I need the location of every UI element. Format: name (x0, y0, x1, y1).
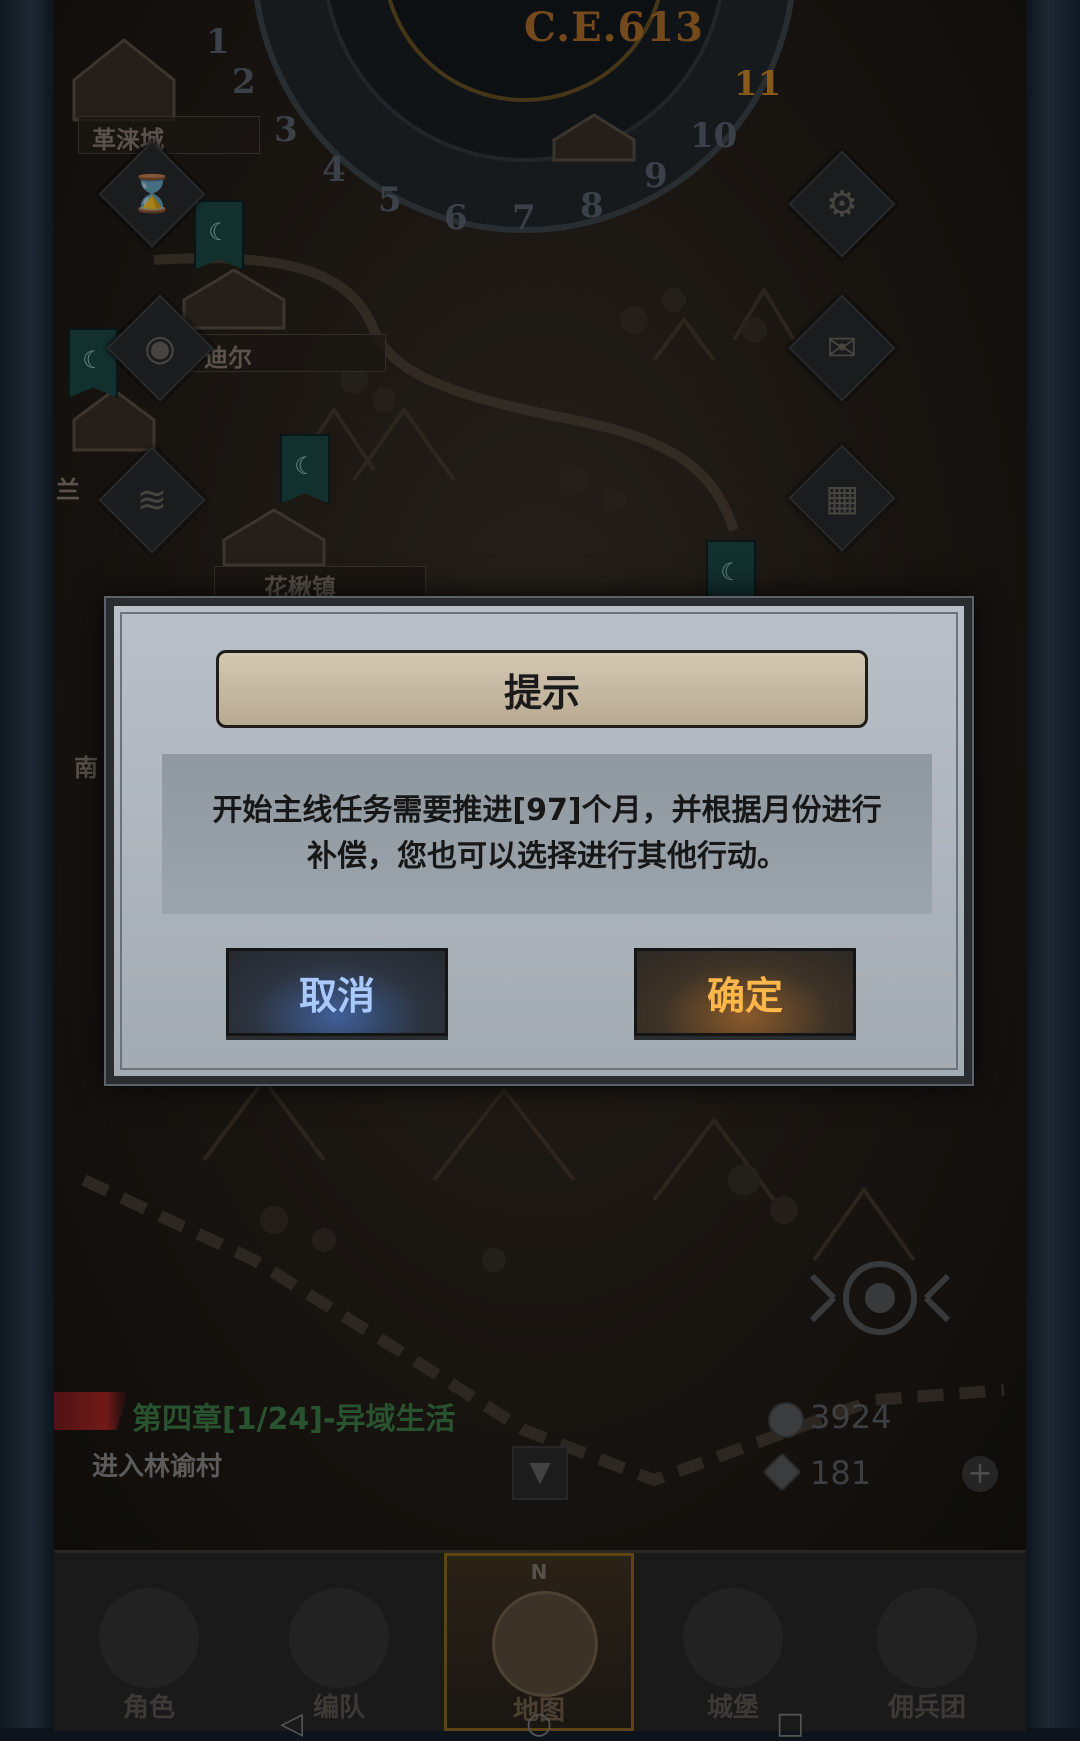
system-home-icon[interactable]: ○ (526, 1706, 552, 1741)
knight-icon (289, 1588, 389, 1688)
compass-icon (492, 1591, 598, 1697)
dialog-title: 提示 (216, 650, 868, 728)
bottom-navigation: 角色 编队 N 地图 城堡 佣兵团 (54, 1550, 1026, 1731)
confirm-button[interactable]: 确定 (634, 948, 856, 1036)
character-icon (99, 1588, 199, 1688)
cancel-button[interactable]: 取消 (226, 948, 448, 1036)
dialog-body: 开始主线任务需要推进[97]个月，并根据月份进行补偿，您也可以选择进行其他行动。 (162, 754, 932, 914)
dialog-message: 开始主线任务需要推进[97]个月，并根据月份进行补偿，您也可以选择进行其他行动。 (212, 793, 882, 874)
system-back-icon[interactable]: ◁ (280, 1706, 303, 1741)
nav-label: 角色 (122, 1693, 175, 1723)
nav-label: 佣兵团 (887, 1693, 966, 1723)
compass-north-label: N (530, 1560, 548, 1584)
ship-icon (877, 1588, 977, 1688)
left-frame (0, 0, 54, 1728)
system-recents-icon[interactable]: □ (776, 1706, 804, 1741)
confirm-dialog: 提示 开始主线任务需要推进[97]个月，并根据月份进行补偿，您也可以选择进行其他… (106, 598, 972, 1084)
nav-label: 编队 (312, 1693, 365, 1723)
right-frame (1026, 0, 1080, 1728)
nav-character[interactable]: 角色 (54, 1553, 244, 1731)
nav-mercenary[interactable]: 佣兵团 (832, 1553, 1022, 1731)
castle-icon (683, 1588, 783, 1688)
nav-castle[interactable]: 城堡 (638, 1553, 828, 1731)
nav-formation[interactable]: 编队 (244, 1553, 434, 1731)
nav-map[interactable]: N 地图 (444, 1553, 634, 1731)
